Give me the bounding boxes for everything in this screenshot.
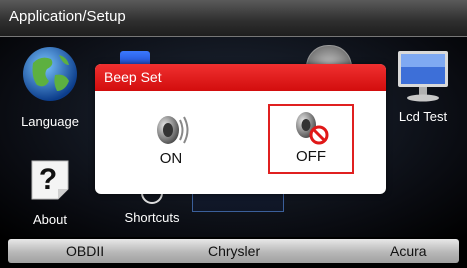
speaker-muted-icon — [296, 112, 329, 145]
tile-lcd-test[interactable]: Lcd Test — [388, 49, 458, 124]
dialog-title: Beep Set — [95, 64, 386, 91]
bottom-item-acura[interactable]: Acura — [390, 243, 427, 259]
tile-label: Lcd Test — [398, 109, 448, 124]
tile-language[interactable]: Language — [16, 45, 84, 129]
beep-set-dialog: Beep Set ON OFF — [95, 64, 386, 194]
tile-shortcuts[interactable]: Shortcuts — [116, 193, 188, 225]
bottom-item-obdii[interactable]: OBDII — [66, 243, 104, 259]
shortcut-icon — [141, 193, 163, 204]
bottom-item-chrysler[interactable]: Chrysler — [208, 243, 260, 259]
tile-label: Language — [21, 114, 79, 129]
option-label: OFF — [296, 148, 326, 165]
option-label: ON — [159, 150, 183, 167]
globe-icon — [23, 47, 77, 101]
beep-on-option[interactable]: ON — [135, 106, 207, 176]
page-title: Application/Setup — [9, 8, 126, 25]
monitor-icon — [398, 51, 448, 102]
question-mark-icon: ? — [31, 160, 69, 200]
tile-label: Shortcuts — [124, 210, 180, 225]
svg-text:?: ? — [39, 163, 57, 196]
speaker-on-icon — [157, 116, 189, 144]
beep-off-option[interactable]: OFF — [268, 104, 354, 174]
tile-label: About — [33, 212, 67, 227]
tile-about[interactable]: ? About — [20, 153, 80, 227]
bottom-bar: OBDII Chrysler Acura — [8, 239, 459, 263]
title-bar: Application/Setup — [0, 0, 467, 37]
